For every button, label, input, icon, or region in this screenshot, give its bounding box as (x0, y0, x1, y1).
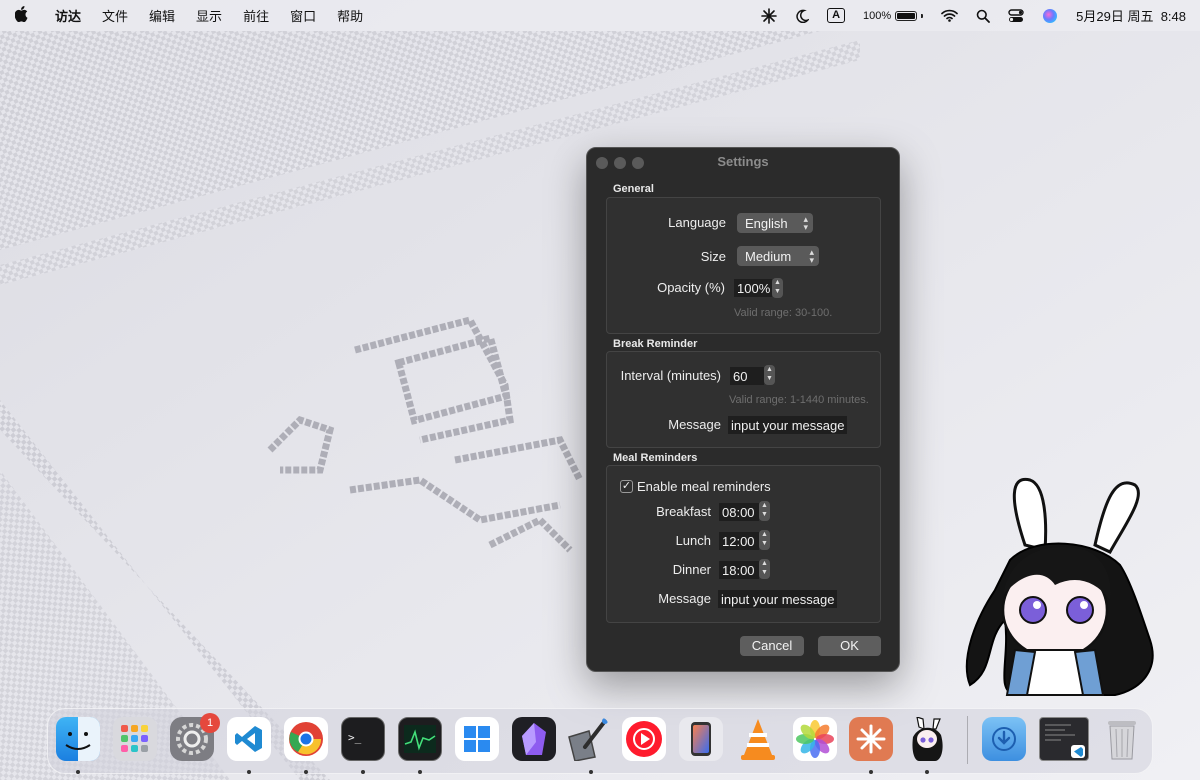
battery-status[interactable]: 100% (863, 9, 924, 22)
desktop-pet-character[interactable] (955, 470, 1165, 710)
lunch-time-field[interactable]: 12:00 (719, 532, 759, 550)
finder-app-icon[interactable] (56, 717, 100, 761)
menu-file[interactable]: 文件 (91, 6, 138, 25)
running-indicator (304, 770, 308, 774)
running-indicator (361, 770, 365, 774)
break-section-title: Break Reminder (613, 338, 698, 350)
battery-percent: 100% (863, 9, 892, 22)
chevron-updown-icon: ▴ ▾ (809, 247, 814, 265)
meal-message-field[interactable]: input your message (718, 590, 837, 608)
language-popup[interactable]: English ▴ ▾ (737, 213, 813, 233)
cancel-button[interactable]: Cancel (740, 636, 804, 656)
spotlight-search-icon[interactable] (976, 9, 991, 23)
asterisk-status-icon[interactable] (761, 7, 777, 24)
desktop-pet-app-icon[interactable] (905, 717, 949, 761)
enable-meal-checkbox[interactable]: ✓ (620, 480, 633, 493)
running-indicator (76, 770, 80, 774)
break-message-field[interactable]: input your message (728, 416, 847, 434)
breakfast-label: Breakfast (656, 504, 711, 519)
menu-window[interactable]: 窗口 (279, 6, 326, 25)
terminal-app-icon[interactable]: >_ (341, 717, 385, 761)
chrome-app-icon[interactable] (284, 717, 328, 761)
dinner-time-field[interactable]: 18:00 (719, 561, 759, 579)
siri-icon[interactable] (1042, 8, 1058, 24)
break-message-label: Message (668, 417, 721, 432)
menu-app-name[interactable]: 访达 (44, 6, 91, 25)
window-title: Settings (717, 154, 769, 169)
input-source-icon[interactable]: A (827, 8, 846, 23)
general-section-title: General (613, 183, 654, 195)
breakfast-time-field[interactable]: 08:00 (719, 503, 759, 521)
trash-icon[interactable] (1100, 717, 1144, 761)
dock-separator (967, 716, 968, 764)
breakfast-stepper[interactable]: ▲ ▼ (759, 501, 770, 521)
photos-app-icon[interactable] (793, 717, 837, 761)
opacity-hint: Valid range: 30-100. (734, 307, 833, 319)
wifi-icon[interactable] (941, 9, 959, 22)
lunch-label: Lunch (675, 533, 711, 548)
menu-datetime[interactable]: 5月29日 周五 8:48 (1076, 6, 1186, 25)
battery-icon (895, 10, 918, 21)
downloads-folder-icon[interactable] (982, 717, 1026, 761)
dinner-label: Dinner (672, 562, 711, 577)
enable-meal-label: Enable meal reminders (637, 479, 771, 494)
running-indicator (925, 770, 929, 774)
paintbrush-app-icon[interactable] (565, 717, 609, 761)
activity-monitor-app-icon[interactable] (398, 717, 442, 761)
moon-icon[interactable] (795, 9, 810, 23)
size-label: Size (700, 249, 726, 264)
interval-stepper[interactable]: ▲ ▼ (764, 365, 775, 385)
iphone-mirroring-app-icon[interactable] (679, 717, 723, 761)
menu-edit[interactable]: 编辑 (138, 6, 185, 25)
size-popup[interactable]: Medium ▴ ▾ (737, 246, 819, 266)
control-center-icon[interactable] (1008, 8, 1024, 23)
youtube-music-app-icon[interactable] (622, 717, 666, 761)
running-indicator (589, 770, 593, 774)
opacity-field[interactable]: 100% (734, 279, 772, 297)
language-label: Language (668, 215, 726, 230)
apple-logo-icon[interactable] (0, 5, 44, 26)
interval-hint: Valid range: 1-1440 minutes. (729, 394, 869, 406)
opacity-stepper[interactable]: ▲ ▼ (772, 278, 783, 298)
running-indicator (869, 770, 873, 774)
running-indicator (247, 770, 251, 774)
notification-badge: 1 (200, 713, 220, 733)
launchpad-app-icon[interactable] (113, 717, 157, 761)
screen-thumbnail-icon[interactable] (1039, 717, 1089, 761)
menu-view[interactable]: 显示 (185, 6, 232, 25)
meal-message-label: Message (658, 591, 711, 606)
windows-app-icon[interactable] (455, 717, 499, 761)
settings-window: Settings General Language English ▴ ▾ Siz… (586, 147, 900, 672)
svg-text:>_: >_ (348, 731, 362, 744)
claude-app-icon[interactable] (849, 717, 893, 761)
dinner-stepper[interactable]: ▲ ▼ (759, 559, 770, 579)
obsidian-app-icon[interactable] (512, 717, 556, 761)
menu-go[interactable]: 前往 (232, 6, 279, 25)
vlc-app-icon[interactable] (736, 717, 780, 761)
window-titlebar[interactable]: Settings (587, 148, 899, 176)
vscode-app-icon[interactable] (227, 717, 271, 761)
opacity-label: Opacity (%) (657, 280, 725, 295)
lunch-stepper[interactable]: ▲ ▼ (759, 530, 770, 550)
interval-field[interactable]: 60 (730, 367, 764, 385)
menu-help[interactable]: 帮助 (326, 6, 373, 25)
running-indicator (418, 770, 422, 774)
chevron-updown-icon: ▴ ▾ (803, 214, 808, 232)
meal-section-title: Meal Reminders (613, 452, 698, 464)
interval-label: Interval (minutes) (620, 368, 721, 383)
menu-bar: 访达 文件 编辑 显示 前往 窗口 帮助 A 100% 5月29日 周五 8:4… (0, 0, 1200, 31)
ok-button[interactable]: OK (818, 636, 881, 656)
